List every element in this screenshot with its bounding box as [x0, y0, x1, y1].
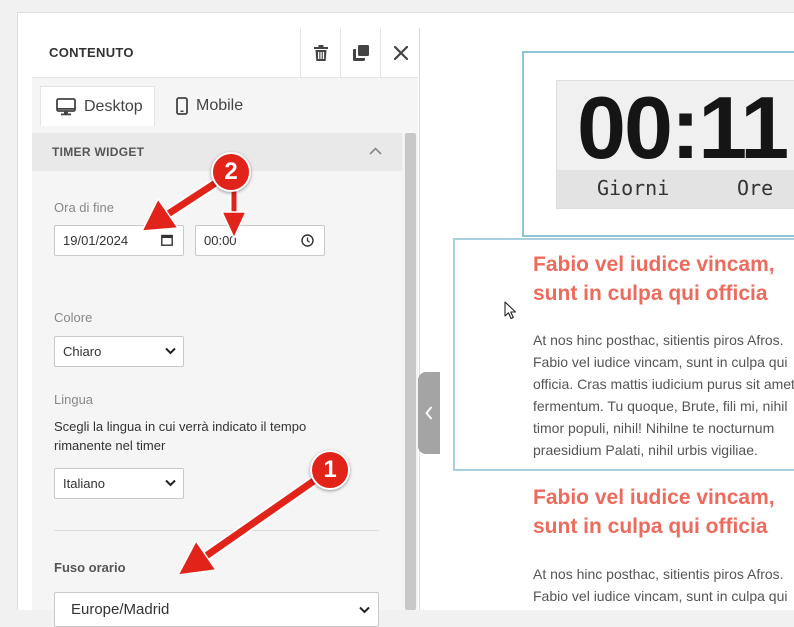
- panel-header: CONTENUTO: [32, 28, 418, 78]
- duplicate-button[interactable]: [340, 28, 380, 78]
- tab-desktop-label: Desktop: [84, 97, 143, 115]
- block-1-body-line-4: fermentum. Tu quoque, Brute, fili mi, ni…: [533, 398, 788, 414]
- block-1-body-line-6: praesidium Palati, nihil urbis vigiliae.: [533, 442, 758, 458]
- timezone-label: Fuso orario: [54, 560, 126, 575]
- panel-title: CONTENUTO: [49, 45, 134, 60]
- preview-canvas: 00:11 Giorni Ore Fabio vel iudice vincam…: [419, 28, 794, 610]
- block-1-body-line-1: At nos hinc posthac, sitientis piros Afr…: [533, 332, 784, 348]
- trash-icon: [313, 45, 328, 61]
- timer-digits: 00:11: [577, 80, 789, 177]
- block-1-body-line-5: timor populi, nihil! Nihilne te nocturnu…: [533, 420, 775, 436]
- tab-desktop[interactable]: Desktop: [40, 86, 155, 126]
- color-select[interactable]: Chiaro: [54, 336, 184, 367]
- block-2-body-line-1: At nos hinc posthac, sitientis piros Afr…: [533, 566, 784, 582]
- chevron-down-icon: [165, 479, 176, 487]
- scrollbar-thumb[interactable]: [405, 133, 416, 610]
- calendar-icon: [161, 234, 173, 246]
- timer-unit-hours: Ore: [737, 176, 774, 200]
- copy-icon: [352, 45, 369, 61]
- chevron-up-icon: [369, 147, 382, 155]
- section-divider: [54, 530, 379, 531]
- smartphone-icon: [176, 97, 188, 115]
- panel-scroll-area: TIMER WIDGET Ora di fine 19/01/2024 00:0…: [32, 133, 402, 627]
- section-title: TIMER WIDGET: [52, 145, 145, 159]
- collapse-panel-handle[interactable]: [418, 372, 440, 454]
- end-time-input[interactable]: 00:00: [195, 225, 325, 256]
- clock-icon: [301, 234, 314, 247]
- end-date-value: 19/01/2024: [63, 233, 129, 248]
- end-date-input[interactable]: 19/01/2024: [54, 225, 184, 256]
- device-tabs: Desktop Mobile: [32, 78, 418, 133]
- close-icon: [393, 46, 408, 60]
- language-label: Lingua: [54, 392, 94, 407]
- color-select-value: Chiaro: [63, 344, 102, 359]
- block-1-heading-line-1: Fabio vel iudice vincam,: [533, 253, 775, 276]
- block-1-heading-line-2: sunt in culpa qui officia: [533, 282, 768, 305]
- block-2-heading-line-2: sunt in culpa qui officia: [533, 515, 768, 538]
- timer-unit-days: Giorni: [597, 176, 670, 200]
- color-label: Colore: [54, 310, 93, 325]
- timer-units-bar: Giorni Ore: [557, 170, 794, 208]
- language-select-value: Italiano: [63, 476, 105, 491]
- block-1-body-line-2: Fabio vel iudice vincam, sunt in culpa q…: [533, 354, 788, 370]
- language-select[interactable]: Italiano: [54, 468, 184, 499]
- block-2-body-line-2: Fabio vel iudice vincam, sunt in culpa q…: [533, 588, 788, 604]
- tab-mobile-label: Mobile: [196, 97, 244, 114]
- mouse-cursor-icon: [504, 301, 517, 320]
- annotation-badge-1: 1: [310, 450, 350, 490]
- chevron-left-icon: [425, 406, 433, 420]
- tab-mobile[interactable]: Mobile: [172, 86, 272, 126]
- timer-display: 00:11 Giorni Ore: [556, 80, 794, 209]
- block-2-heading-line-1: Fabio vel iudice vincam,: [533, 486, 775, 509]
- block-1-body-line-3: officia. Cras mattis iudicium purus sit …: [533, 376, 794, 392]
- monitor-icon: [56, 97, 76, 115]
- annotation-badge-2: 2: [211, 152, 251, 192]
- close-button[interactable]: [380, 28, 420, 78]
- chevron-down-icon: [359, 606, 370, 614]
- language-description: Scegli la lingua in cui verrà indicato i…: [54, 419, 307, 453]
- content-panel: CONTENUTO Desktop Mobile TIMER WIDGET Or…: [32, 28, 418, 627]
- end-time-label: Ora di fine: [54, 200, 114, 215]
- timer-widget-block[interactable]: 00:11 Giorni Ore: [522, 51, 794, 237]
- chevron-down-icon: [165, 347, 176, 355]
- panel-scrollbar[interactable]: [402, 133, 418, 610]
- end-time-value: 00:00: [204, 233, 237, 248]
- delete-button[interactable]: [300, 28, 340, 78]
